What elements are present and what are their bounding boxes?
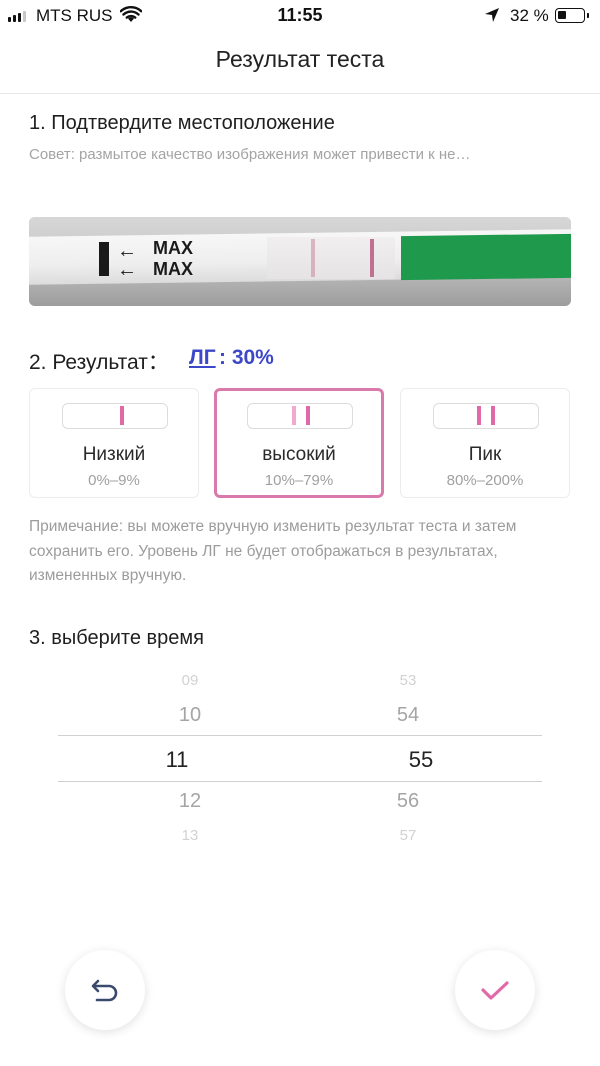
nav-divider (0, 93, 600, 94)
lh-value: : 30% (219, 346, 274, 369)
battery-icon (555, 8, 589, 23)
strip-max-label: MAX (153, 238, 193, 258)
level-range: 80%–200% (446, 472, 524, 489)
test-line (311, 239, 315, 277)
checkmark-icon (481, 981, 509, 1000)
photo-hint: Совет: размытое качество изображения мож… (29, 146, 471, 163)
left-arrow-icon: ← (117, 259, 137, 281)
time-picker[interactable]: 09 10 11 12 13 53 54 55 56 57 (58, 668, 542, 844)
minute-option[interactable]: 54 (368, 704, 448, 727)
result-label: 2. Результат： (29, 351, 169, 374)
level-name: высокий (262, 444, 336, 465)
step1-title: 1. Подтвердите местоположение (29, 112, 335, 134)
hour-option[interactable]: 13 (150, 827, 230, 844)
strip-max-label: MAX (153, 259, 193, 279)
lh-hormone-link[interactable]: ЛГ (189, 346, 216, 370)
undo-button[interactable] (65, 950, 145, 1030)
hour-option[interactable]: 10 (150, 704, 230, 727)
page-title: Результат теста (215, 46, 385, 72)
step3-title: 3. выберите время (29, 627, 204, 649)
strip-icon (62, 403, 168, 429)
location-arrow-icon (484, 7, 500, 28)
test-strip-photo[interactable]: ← ← MAX MAX (29, 217, 571, 306)
battery-percent: 32 % (510, 6, 549, 25)
hour-option[interactable]: 12 (150, 790, 230, 813)
level-name: Пик (468, 444, 502, 465)
minute-option[interactable]: 53 (368, 672, 448, 689)
level-card-peak[interactable]: Пик 80%–200% (400, 388, 570, 498)
level-name: Низкий (82, 444, 146, 465)
confirm-button[interactable] (455, 950, 535, 1030)
minute-selected[interactable]: 55 (381, 747, 461, 773)
picker-selection-line (58, 781, 542, 782)
hour-option[interactable]: 09 (150, 672, 230, 689)
hour-selected[interactable]: 11 (137, 747, 217, 773)
control-line (370, 239, 374, 277)
minute-option[interactable]: 57 (368, 827, 448, 844)
picker-selection-line (58, 735, 542, 736)
strip-result-window (267, 237, 395, 279)
level-range: 0%–9% (88, 472, 140, 489)
level-card-high[interactable]: высокий 10%–79% (214, 388, 384, 498)
level-card-low[interactable]: Низкий 0%–9% (29, 388, 199, 498)
undo-icon (91, 979, 118, 1002)
manual-edit-note: Примечание: вы можете вручную изменить р… (29, 518, 517, 584)
strip-max-marker (99, 242, 109, 276)
left-arrow-icon: ← (117, 240, 137, 262)
status-bar: MTS RUS 11:55 32 % (0, 0, 600, 34)
level-range: 10%–79% (264, 472, 334, 489)
strip-icon (247, 403, 353, 429)
minute-option[interactable]: 56 (368, 790, 448, 813)
strip-icon (433, 403, 539, 429)
strip-handle (401, 233, 571, 281)
